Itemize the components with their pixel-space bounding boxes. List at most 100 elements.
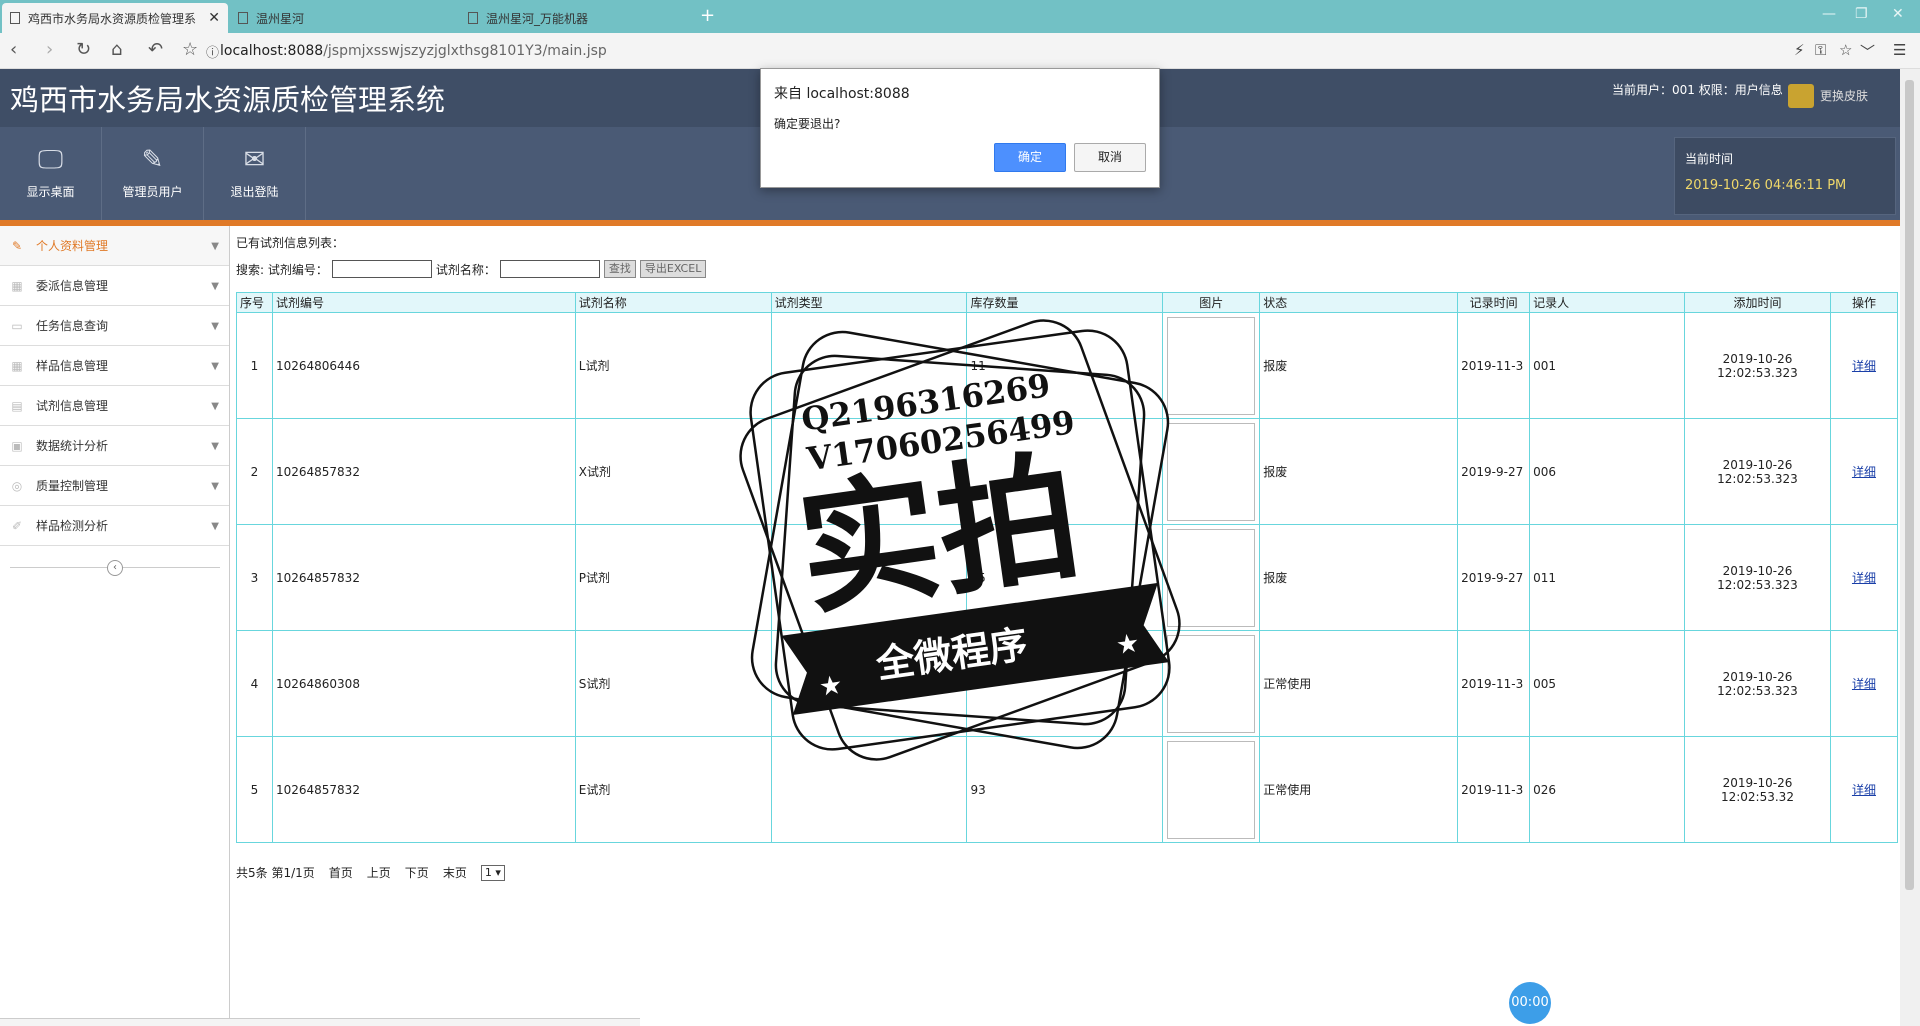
sidebar-item-delegation[interactable]: ▦ 委派信息管理 ▼	[0, 266, 229, 306]
address-bar-row: ‹ › ↻ ⌂ ↶ ☆ ⓘ localhost:8088/jspmjxsswjs…	[0, 33, 1920, 69]
column-header: 试剂名称	[574, 292, 772, 313]
status: 正常使用	[1259, 736, 1459, 843]
table-row: 3 10264857832 P试剂 85 报废 2019-9-27 011 20…	[236, 524, 1899, 631]
document-icon	[10, 12, 20, 24]
admin-user-button[interactable]: ✎ 管理员用户	[102, 127, 204, 220]
first-page-link[interactable]: 首页	[329, 864, 353, 881]
sidebar-item-quality[interactable]: ◎ 质量控制管理 ▼	[0, 466, 229, 506]
current-user-info: 当前用户：001 权限：用户信息	[1612, 83, 1783, 97]
confirm-dialog: 来自 localhost:8088 确定要退出? 确定 取消	[760, 68, 1160, 188]
last-page-link[interactable]: 末页	[443, 864, 467, 881]
reagent-type	[770, 524, 968, 631]
next-page-link[interactable]: 下页	[405, 864, 429, 881]
current-time-label: 当前时间	[1685, 152, 1734, 166]
detail-link[interactable]: 详细	[1852, 465, 1876, 479]
minimize-icon[interactable]: —	[1822, 6, 1836, 22]
brush-icon: ✐	[11, 518, 23, 533]
show-desktop-button[interactable]: 🖵 显示桌面	[0, 127, 102, 220]
sidebar-item-reagent[interactable]: ▤ 试剂信息管理 ▼	[0, 386, 229, 426]
tool-label: 显示桌面	[26, 185, 75, 199]
caret-down-icon: ▼	[211, 401, 219, 412]
prev-page-link[interactable]: 上页	[367, 864, 391, 881]
reagent-code: 10264857832	[271, 524, 576, 631]
restore-icon[interactable]: ❐	[1855, 6, 1868, 22]
search-button[interactable]: 查找	[603, 260, 636, 278]
ok-button[interactable]: 确定	[994, 143, 1066, 172]
sidebar-item-label: 委派信息管理	[36, 279, 109, 293]
collapse-sidebar-icon[interactable]: ‹	[107, 560, 123, 576]
status: 报废	[1259, 524, 1459, 631]
stock-qty: 11	[966, 312, 1164, 419]
skin-avatar-icon[interactable]	[1788, 84, 1814, 108]
chevron-down-icon[interactable]: ﹀	[1860, 41, 1875, 62]
change-skin-button[interactable]: 更换皮肤	[1820, 87, 1868, 104]
close-window-icon[interactable]: ✕	[1892, 6, 1904, 22]
column-header: 试剂编号	[271, 292, 576, 313]
table-header-row: 序号 试剂编号 试剂名称 试剂类型 库存数量 图片 状态 记录时间 记录人 添加…	[236, 292, 1899, 313]
sidebar-item-label: 数据统计分析	[36, 439, 109, 453]
dialog-message: 确定要退出?	[774, 117, 841, 131]
tab-wenzhou-xinghe[interactable]: 温州星河	[230, 3, 452, 33]
detail-link[interactable]: 详细	[1852, 783, 1876, 797]
caret-down-icon: ▼	[211, 321, 219, 332]
sidebar-item-profile[interactable]: ✎ 个人资料管理 ▼	[0, 226, 229, 266]
added-time: 2019-10-26 12:02:53.323	[1684, 418, 1831, 525]
undo-icon[interactable]: ↶	[148, 39, 163, 60]
reload-icon[interactable]: ↻	[76, 39, 91, 60]
browser-status-bar	[0, 1018, 640, 1026]
sidebar-item-statistics[interactable]: ▣ 数据统计分析 ▼	[0, 426, 229, 466]
caret-down-icon: ▼	[211, 241, 219, 252]
tab-main-system[interactable]: 鸡西市水务局水资源质检管理系 ✕	[2, 3, 228, 33]
lightning-icon[interactable]: ⚡	[1794, 41, 1805, 59]
row-number: 3	[236, 524, 273, 631]
sidebar-item-task-query[interactable]: ▭ 任务信息查询 ▼	[0, 306, 229, 346]
broken-image-icon	[1167, 740, 1256, 839]
back-icon[interactable]: ‹	[10, 39, 17, 60]
bookmark-star-icon[interactable]: ☆	[182, 39, 198, 60]
reagent-name: P试剂	[574, 524, 772, 631]
status: 报废	[1259, 418, 1459, 525]
document-icon	[238, 12, 248, 24]
status: 报废	[1259, 312, 1459, 419]
home-icon[interactable]: ⌂	[111, 39, 122, 60]
cancel-button[interactable]: 取消	[1074, 143, 1146, 172]
recording-timer[interactable]: 00:00	[1509, 982, 1551, 1024]
recorder: 026	[1529, 736, 1685, 843]
sidebar-item-sample[interactable]: ▦ 样品信息管理 ▼	[0, 346, 229, 386]
export-excel-button[interactable]: 导出EXCEL	[639, 260, 707, 278]
reagent-code-input[interactable]	[331, 260, 432, 278]
menu-icon[interactable]: ☰	[1893, 41, 1906, 59]
record-time: 2019-11-3	[1457, 736, 1531, 843]
reagent-name-input[interactable]	[499, 260, 600, 278]
table-row: 5 10264857832 E试剂 93 正常使用 2019-11-3 026 …	[236, 736, 1899, 843]
detail-link[interactable]: 详细	[1852, 571, 1876, 585]
close-tab-icon[interactable]: ✕	[208, 10, 220, 26]
tool-label: 退出登陆	[230, 185, 279, 199]
logout-button[interactable]: ✉ 退出登陆	[204, 127, 306, 220]
record-time: 2019-9-27	[1457, 418, 1531, 525]
page-summary: 共5条 第1/1页	[236, 866, 315, 880]
url-field[interactable]: localhost:8088/jspmjxsswjszyzjglxthsg810…	[220, 39, 607, 63]
tab-wenzhou-machine[interactable]: 温州星河_万能机器	[460, 3, 682, 33]
pencil-icon: ✎	[141, 145, 164, 175]
detail-link[interactable]: 详细	[1852, 359, 1876, 373]
reagent-code: 10264857832	[271, 736, 576, 843]
sidebar-item-analysis[interactable]: ✐ 样品检测分析 ▼	[0, 506, 229, 546]
scrollbar-thumb[interactable]	[1905, 80, 1914, 890]
header-divider	[0, 220, 1900, 226]
sidebar: ✎ 个人资料管理 ▼ ▦ 委派信息管理 ▼ ▭ 任务信息查询 ▼ ▦ 样品信息管…	[0, 226, 230, 1026]
column-header: 库存数量	[966, 292, 1164, 313]
reagent-code: 10264860308	[271, 630, 576, 737]
detail-link[interactable]: 详细	[1852, 677, 1876, 691]
current-time-panel: 当前时间 2019-10-26 04:46:11 PM	[1674, 137, 1896, 215]
list-title: 已有试剂信息列表：	[236, 236, 345, 250]
new-tab-button[interactable]: +	[700, 5, 715, 26]
tab-label: 温州星河_万能机器	[486, 11, 589, 26]
tab-label: 温州星河	[256, 11, 305, 26]
page-select[interactable]: 1 ▾	[480, 864, 505, 881]
reagent-type	[770, 736, 968, 843]
favorite-star-icon[interactable]: ☆	[1839, 41, 1852, 59]
forward-icon[interactable]: ›	[46, 39, 53, 60]
caret-down-icon: ▼	[211, 281, 219, 292]
key-icon[interactable]: ⚿	[1815, 41, 1826, 59]
